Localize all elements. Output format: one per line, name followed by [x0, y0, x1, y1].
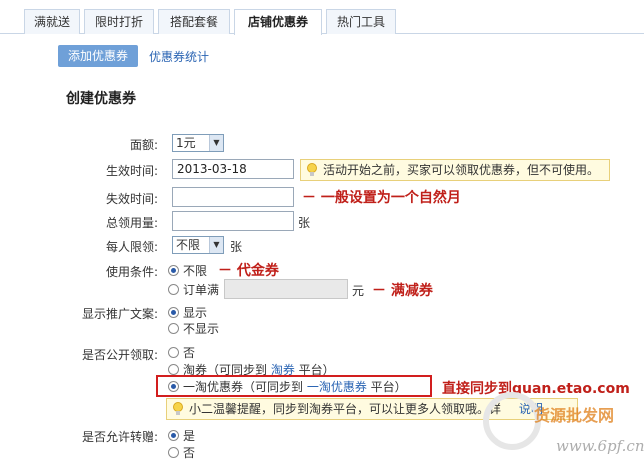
order-min-input[interactable]: [224, 279, 348, 299]
transfer-no-radio[interactable]: 否: [168, 445, 195, 461]
per-person-unit: 张: [230, 240, 243, 254]
condition-order-min-text: 订单满: [183, 283, 220, 297]
promo-show-text: 显示: [183, 306, 208, 320]
chevron-down-icon: ▼: [209, 237, 223, 253]
start-time-input[interactable]: 2013-03-18: [172, 159, 294, 179]
radio-unchecked-icon: [168, 447, 179, 458]
radio-unchecked-icon: [168, 323, 179, 334]
promo-hide-text: 不显示: [183, 322, 220, 336]
tab-bar: 满就送 限时打折 搭配套餐 店铺优惠券 热门工具: [0, 0, 644, 35]
page-title: 创建优惠券: [66, 91, 136, 107]
watermark-logo: 货源批发网 www.6pf.cn: [472, 387, 644, 463]
promo-text-label: 显示推广文案:: [81, 307, 158, 321]
radio-unchecked-icon: [168, 347, 179, 358]
face-value-current: 1元: [176, 136, 196, 150]
total-input[interactable]: [172, 211, 294, 231]
tab-hot-tools[interactable]: 热门工具: [326, 9, 396, 34]
add-coupon-button[interactable]: 添加优惠券: [58, 45, 138, 67]
per-person-select[interactable]: 不限 ▼: [172, 236, 224, 254]
tab-limited-discount[interactable]: 限时打折: [84, 9, 154, 34]
promo-hide-radio[interactable]: 不显示: [168, 321, 219, 337]
public-no-text: 否: [183, 346, 196, 360]
start-time-label: 生效时间:: [105, 164, 158, 178]
condition-no-limit-radio[interactable]: 不限: [168, 263, 207, 279]
face-value-select[interactable]: 1元 ▼: [172, 134, 224, 152]
chevron-down-icon: ▼: [209, 135, 223, 151]
annotation-end-time: － 一般设置为一个自然月: [302, 190, 461, 206]
transfer-label: 是否允许转赠:: [81, 430, 158, 444]
transfer-yes-text: 是: [183, 429, 196, 443]
watermark-text: 货源批发网: [534, 406, 614, 425]
annotation-no-limit: － 代金券: [218, 263, 279, 279]
condition-label: 使用条件:: [105, 265, 158, 279]
condition-order-min-radio[interactable]: 订单满: [168, 282, 219, 298]
coupon-stats-link[interactable]: 优惠券统计: [149, 48, 209, 65]
per-person-current: 不限: [176, 238, 201, 252]
public-label: 是否公开领取:: [81, 348, 158, 362]
highlight-box: [156, 375, 432, 397]
radio-unchecked-icon: [168, 284, 179, 295]
annotation-order-min: － 满减券: [372, 283, 433, 299]
tab-manjiusong[interactable]: 满就送: [24, 9, 80, 34]
per-person-label: 每人限领:: [105, 240, 158, 254]
end-time-input[interactable]: [172, 187, 294, 207]
watermark-graphic: 货源批发网 www.6pf.cn: [483, 392, 644, 455]
public-tip-text: 小二温馨提醒，同步到淘券平台，可以让更多人领取哦。详: [189, 402, 502, 416]
watermark-url: www.6pf.cn: [556, 437, 644, 455]
lightbulb-icon: [307, 163, 317, 176]
end-time-label: 失效时间:: [105, 192, 158, 206]
radio-unchecked-icon: [168, 364, 179, 375]
face-value-label: 面额:: [129, 138, 158, 152]
lightbulb-icon: [173, 402, 183, 415]
radio-checked-icon: [168, 265, 179, 276]
radio-checked-icon: [168, 430, 179, 441]
radio-checked-icon: [168, 307, 179, 318]
condition-no-limit-text: 不限: [183, 264, 208, 278]
public-no-radio[interactable]: 否: [168, 345, 195, 361]
promo-show-radio[interactable]: 显示: [168, 305, 207, 321]
total-unit: 张: [298, 216, 311, 230]
tab-bundle[interactable]: 搭配套餐: [158, 9, 230, 34]
total-label: 总领用量:: [105, 216, 158, 230]
order-min-unit: 元: [352, 284, 365, 298]
transfer-no-text: 否: [183, 446, 196, 460]
transfer-yes-radio[interactable]: 是: [168, 428, 195, 444]
start-time-tip-text: 活动开始之前，买家可以领取优惠券，但不可使用。: [323, 163, 600, 177]
tab-store-coupon[interactable]: 店铺优惠券: [234, 9, 322, 35]
start-time-tip: 活动开始之前，买家可以领取优惠券，但不可使用。: [300, 159, 610, 181]
